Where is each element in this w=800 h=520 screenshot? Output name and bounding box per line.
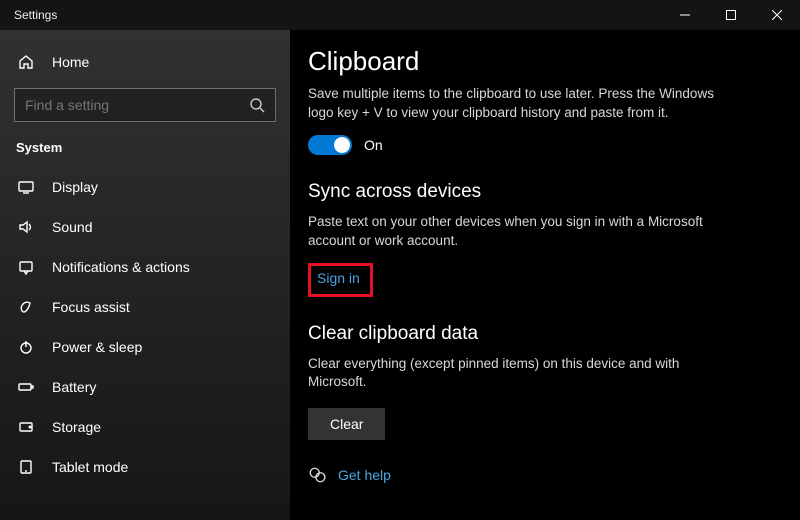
sidebar-item-label: Power & sleep <box>52 339 142 355</box>
page-title: Clipboard <box>308 46 772 77</box>
clipboard-history-toggle[interactable] <box>308 135 352 155</box>
sidebar-item-storage[interactable]: Storage <box>0 407 290 447</box>
power-icon <box>16 337 36 357</box>
window-title: Settings <box>14 8 662 22</box>
window-controls <box>662 0 800 30</box>
battery-icon <box>16 377 36 397</box>
sync-desc: Paste text on your other devices when yo… <box>308 213 728 251</box>
maximize-button[interactable] <box>708 0 754 30</box>
sidebar-item-sound[interactable]: Sound <box>0 207 290 247</box>
get-help-link[interactable]: Get help <box>338 467 391 483</box>
help-row: Get help <box>308 466 772 484</box>
signin-link[interactable]: Sign in <box>317 270 360 286</box>
signin-highlight: Sign in <box>308 263 373 297</box>
sidebar-item-label: Sound <box>52 219 92 235</box>
sidebar-item-power-sleep[interactable]: Power & sleep <box>0 327 290 367</box>
content-pane: Clipboard Save multiple items to the cli… <box>290 30 800 520</box>
settings-window: Settings Home <box>0 0 800 520</box>
home-nav[interactable]: Home <box>0 42 290 82</box>
clipboard-history-toggle-row: On <box>308 135 772 155</box>
sidebar: Home System Display Sound <box>0 30 290 520</box>
clear-heading: Clear clipboard data <box>308 323 772 345</box>
window-body: Home System Display Sound <box>0 30 800 520</box>
sync-heading: Sync across devices <box>308 181 772 203</box>
titlebar: Settings <box>0 0 800 30</box>
search-input[interactable] <box>25 97 249 113</box>
help-icon <box>308 466 326 484</box>
notifications-icon <box>16 257 36 277</box>
focus-assist-icon <box>16 297 36 317</box>
toggle-state-label: On <box>364 137 383 153</box>
close-button[interactable] <box>754 0 800 30</box>
clear-button[interactable]: Clear <box>308 408 385 440</box>
nav-list: Display Sound Notifications & actions Fo… <box>0 167 290 487</box>
sidebar-item-notifications[interactable]: Notifications & actions <box>0 247 290 287</box>
sidebar-item-label: Display <box>52 179 98 195</box>
sidebar-item-tablet-mode[interactable]: Tablet mode <box>0 447 290 487</box>
clear-desc: Clear everything (except pinned items) o… <box>308 355 728 393</box>
search-icon <box>249 97 265 113</box>
sidebar-item-label: Tablet mode <box>52 459 128 475</box>
sidebar-item-focus-assist[interactable]: Focus assist <box>0 287 290 327</box>
sound-icon <box>16 217 36 237</box>
storage-icon <box>16 417 36 437</box>
sidebar-item-label: Battery <box>52 379 96 395</box>
home-label: Home <box>52 54 89 70</box>
clipboard-history-desc: Save multiple items to the clipboard to … <box>308 85 728 123</box>
sidebar-item-label: Notifications & actions <box>52 259 190 275</box>
search-container <box>0 88 290 122</box>
sidebar-item-label: Storage <box>52 419 101 435</box>
home-icon <box>16 52 36 72</box>
sidebar-item-label: Focus assist <box>52 299 130 315</box>
tablet-icon <box>16 457 36 477</box>
minimize-button[interactable] <box>662 0 708 30</box>
search-field[interactable] <box>14 88 276 122</box>
section-label: System <box>0 132 290 167</box>
sidebar-item-display[interactable]: Display <box>0 167 290 207</box>
sidebar-item-battery[interactable]: Battery <box>0 367 290 407</box>
display-icon <box>16 177 36 197</box>
